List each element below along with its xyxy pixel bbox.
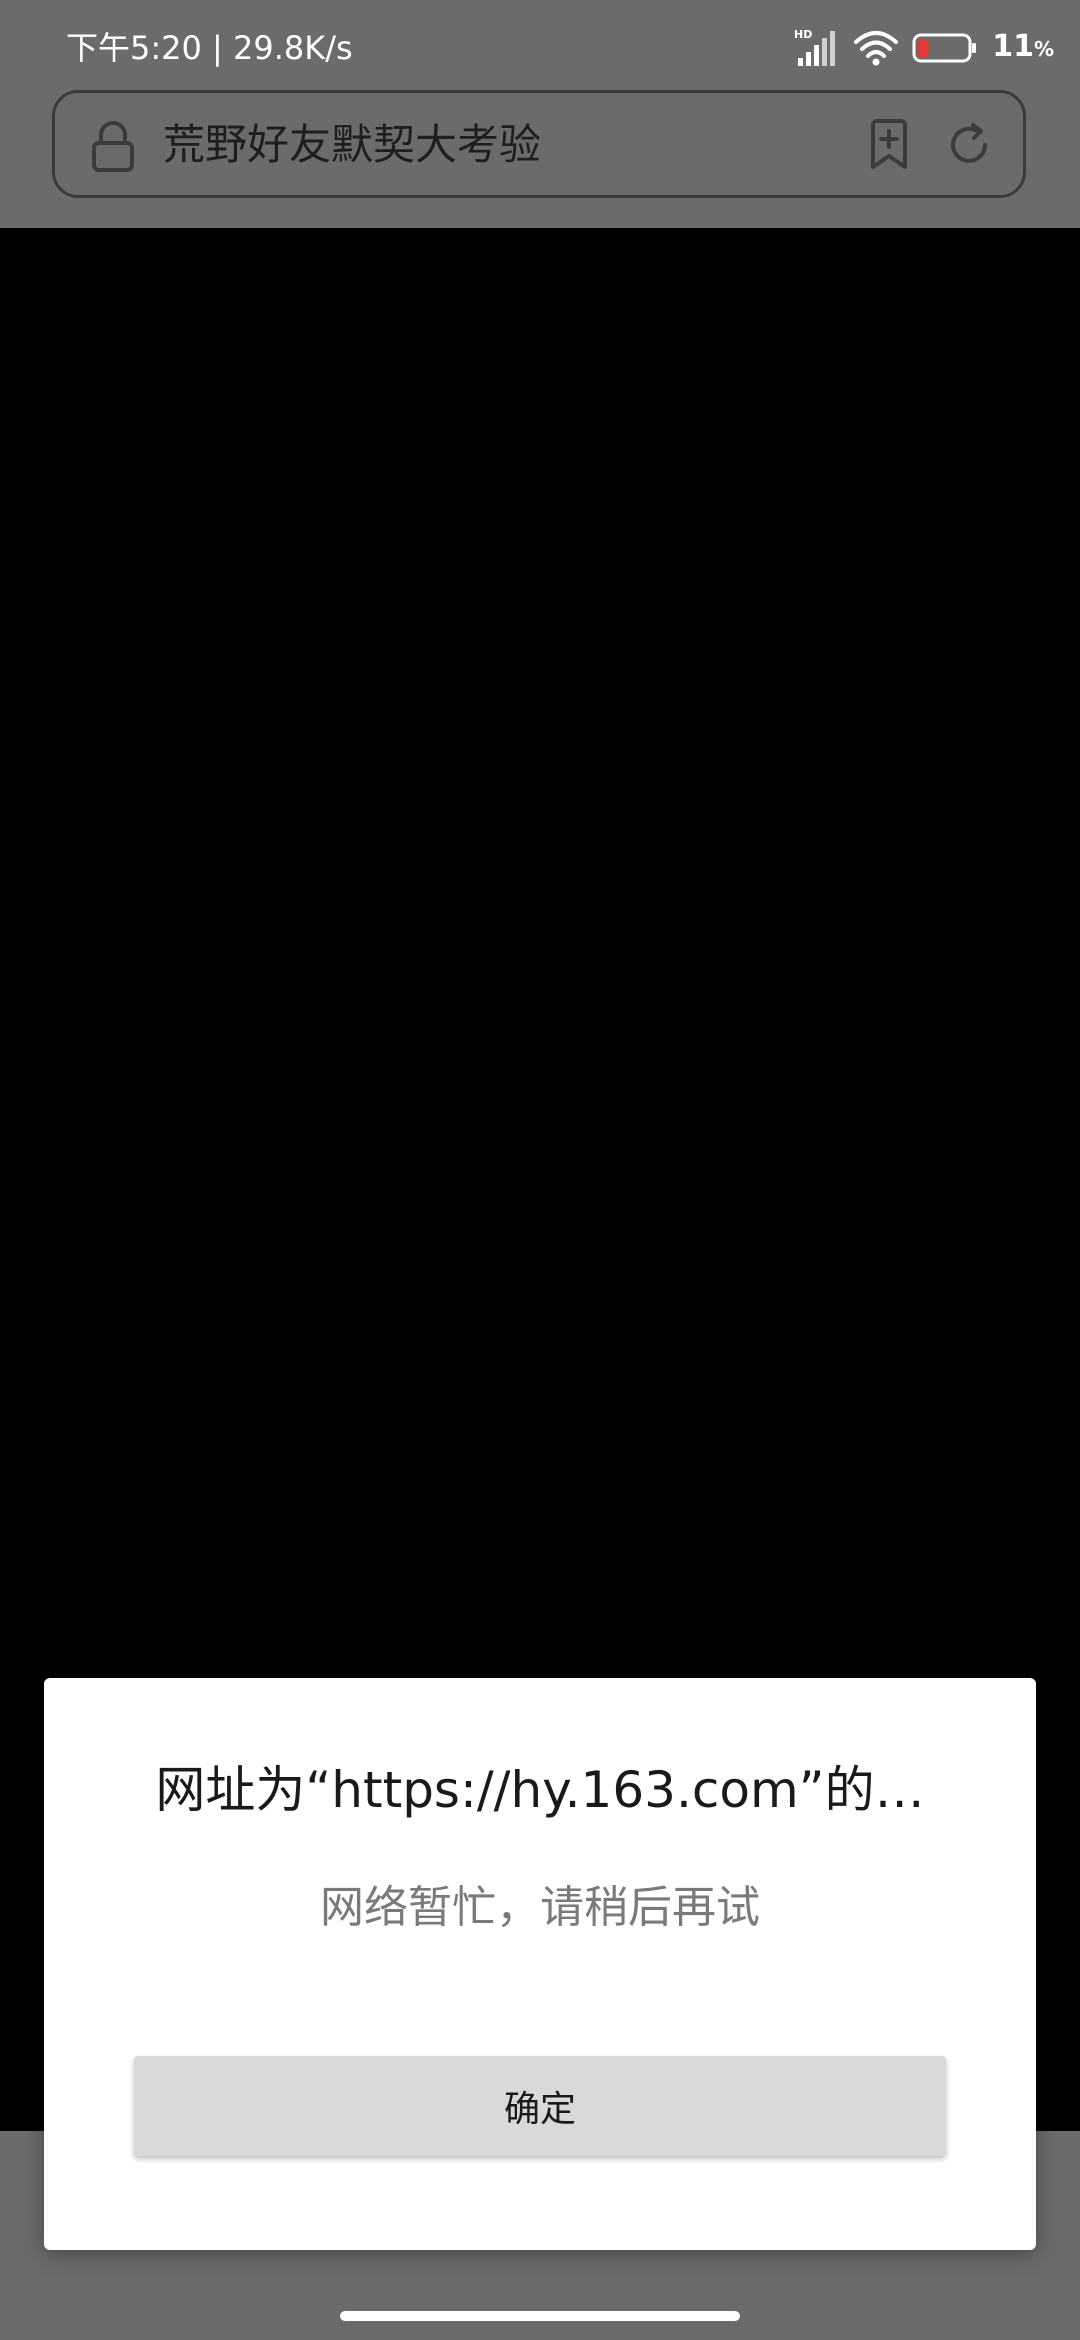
- refresh-icon[interactable]: [945, 119, 993, 171]
- status-time-speed: 下午5:20 | 29.8K/s: [66, 29, 353, 67]
- dialog-message: 网络暂忙，请稍后再试: [320, 1882, 760, 1933]
- bookmark-add-icon[interactable]: [867, 119, 911, 171]
- page-title[interactable]: 荒野好友默契大考验: [163, 119, 541, 171]
- alert-dialog: 网址为“https://hy.163.com”的… 网络暂忙，请稍后再试 确定: [44, 1678, 1036, 2250]
- address-bar[interactable]: 荒野好友默契大考验: [52, 90, 1026, 198]
- network-badge: HD: [794, 28, 812, 41]
- battery-percent: 11%: [992, 29, 1054, 64]
- confirm-button[interactable]: 确定: [134, 2056, 946, 2156]
- lock-icon: [92, 121, 134, 172]
- status-bar: 下午5:20 | 29.8K/s HD 11%: [0, 0, 1080, 88]
- signal-icon: HD: [794, 28, 836, 66]
- home-indicator[interactable]: [340, 2311, 740, 2321]
- status-icons: HD 11%: [794, 24, 1054, 72]
- dialog-title: 网址为“https://hy.163.com”的…: [155, 1761, 925, 1819]
- screen: 下午5:20 | 29.8K/s HD 11% 荒野好友默契大考验 网址为“ht…: [0, 0, 1080, 2340]
- wifi-icon: [854, 31, 899, 66]
- browser-toolbar: 荒野好友默契大考验: [0, 88, 1080, 228]
- battery-icon: [912, 33, 977, 63]
